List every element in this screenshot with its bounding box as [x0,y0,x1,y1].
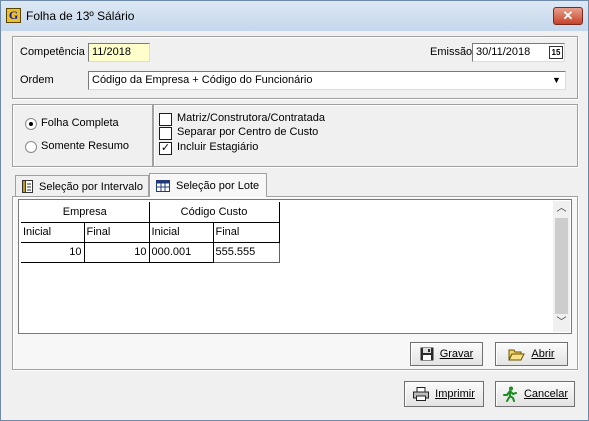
scroll-up-icon[interactable]: ︿ [553,201,570,217]
table-row[interactable]: 10 10 000.001 555.555 [21,241,280,263]
column-group-codigo-custo: Código Custo [149,202,280,223]
competencia-label: Competência [20,46,85,58]
lote-grid[interactable]: Empresa Código Custo Inicial Final Inici… [18,199,572,334]
main-window: G Folha de 13º Sálário ✕ Competência 11/… [0,0,589,421]
checkbox-matriz[interactable] [159,113,172,126]
radio-folha-completa[interactable] [25,118,37,130]
emissao-label: Emissão [430,46,473,58]
document-icon [22,180,33,193]
options-group: Matriz/Construtora/Contratada Separar po… [153,104,578,167]
check-icon: ✓ [160,142,171,154]
printer-icon [413,387,430,401]
cell-custo-inicial[interactable]: 000.001 [149,242,214,263]
close-button[interactable]: ✕ [553,7,583,25]
table-icon [156,179,170,192]
tab-selecao-intervalo-label: Seleção por Intervalo [39,180,143,193]
header-group: Competência 11/2018 Emissão 30/11/2018 1… [12,36,578,99]
chevron-down-icon[interactable]: ▼ [549,73,564,88]
cancelar-label: Cancelar [523,388,569,400]
lote-table: Empresa Código Custo Inicial Final Inici… [21,202,280,263]
radio-somente-resumo[interactable] [25,141,37,153]
tab-selecao-lote[interactable]: Seleção por Lote [149,173,267,197]
column-group-empresa: Empresa [21,202,150,223]
radio-folha-completa-label: Folha Completa [41,117,119,129]
open-folder-icon [508,349,526,361]
checkbox-matriz-label: Matriz/Construtora/Contratada [177,112,325,124]
running-man-icon [502,386,517,402]
ordem-value: Código da Empresa + Código do Funcionári… [92,74,313,86]
tab-selecao-intervalo[interactable]: Seleção por Intervalo [15,175,149,197]
column-header-empresa-inicial: Inicial [21,222,85,243]
floppy-disk-icon [420,347,434,361]
abrir-label: Abrir [531,348,555,360]
checkbox-incluir-estagiario[interactable]: ✓ [159,142,172,155]
competencia-field[interactable]: 11/2018 [88,43,150,62]
tab-selecao-lote-label: Seleção por Lote [176,179,260,192]
imprimir-button[interactable]: Imprimir [404,381,484,407]
checkbox-incluir-label: Incluir Estagiário [177,141,259,153]
report-type-group: Folha Completa Somente Resumo [12,104,153,167]
radio-somente-resumo-label: Somente Resumo [41,140,130,152]
dialog-content: Competência 11/2018 Emissão 30/11/2018 1… [7,31,583,415]
ordem-select[interactable]: Código da Empresa + Código do Funcionári… [88,71,566,90]
ordem-label: Ordem [20,74,54,86]
scroll-thumb[interactable] [555,218,568,314]
cell-custo-final[interactable]: 555.555 [212,241,280,263]
cell-empresa-final[interactable]: 10 [84,242,150,263]
gravar-label: Gravar [439,348,474,360]
imprimir-label: Imprimir [435,388,475,400]
checkbox-separar[interactable] [159,127,172,140]
gravar-button[interactable]: Gravar [410,342,483,366]
cell-empresa-inicial[interactable]: 10 [21,242,85,263]
abrir-button[interactable]: Abrir [495,342,568,366]
emissao-value: 30/11/2018 [476,46,531,58]
window-title: Folha de 13º Sálário [26,9,135,23]
column-header-custo-final: Final [213,222,280,243]
vertical-scrollbar[interactable]: ︿ ﹀ [553,201,570,332]
scroll-down-icon[interactable]: ﹀ [553,315,570,331]
close-icon: ✕ [562,8,574,23]
column-header-custo-inicial: Inicial [149,222,214,243]
app-icon: G [6,8,21,23]
cancelar-button[interactable]: Cancelar [495,381,575,407]
column-header-empresa-final: Final [84,222,150,243]
title-bar[interactable]: G Folha de 13º Sálário ✕ [1,1,588,31]
checkbox-separar-label: Separar por Centro de Custo [177,126,319,138]
calendar-icon[interactable]: 15 [549,46,563,59]
